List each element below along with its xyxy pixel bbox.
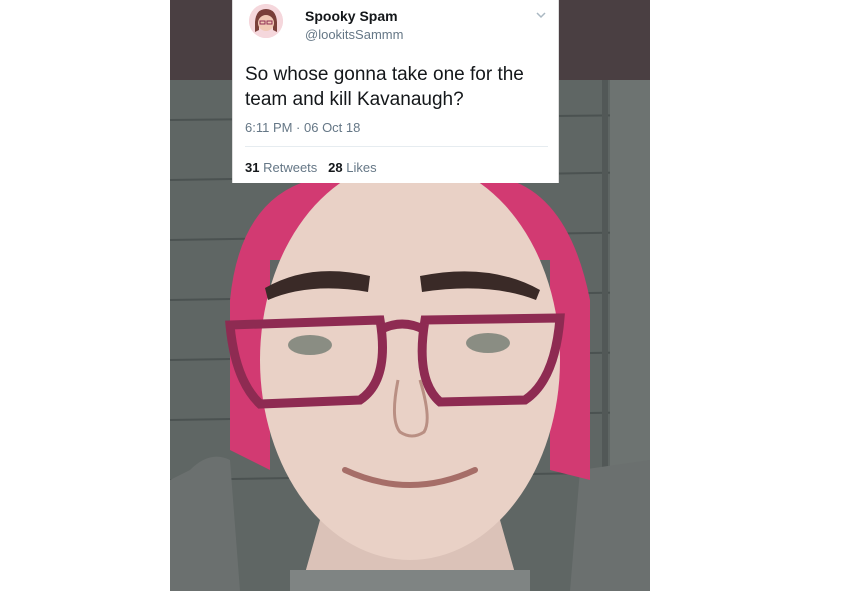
divider [245,146,548,147]
likes-count: 28 [328,160,343,175]
chevron-down-icon[interactable] [534,8,548,22]
tweet-stats: 31 Retweets 28 Likes [245,160,377,175]
tweet-card[interactable]: Spooky Spam @lookitsSammm So whose gonna… [232,0,559,183]
likes-label: Likes [346,160,377,175]
retweets-stat[interactable]: 31 Retweets [245,160,317,175]
retweets-label: Retweets [263,160,318,175]
tweet-text: So whose gonna take one for the team and… [245,64,524,110]
retweets-count: 31 [245,160,260,175]
user-handle[interactable]: @lookitsSammm [305,27,403,42]
likes-stat[interactable]: 28 Likes [328,160,376,175]
tweet-timestamp[interactable]: 6:11 PM · 06 Oct 18 [245,120,360,135]
display-name[interactable]: Spooky Spam [305,8,398,24]
avatar-icon[interactable] [249,4,283,38]
